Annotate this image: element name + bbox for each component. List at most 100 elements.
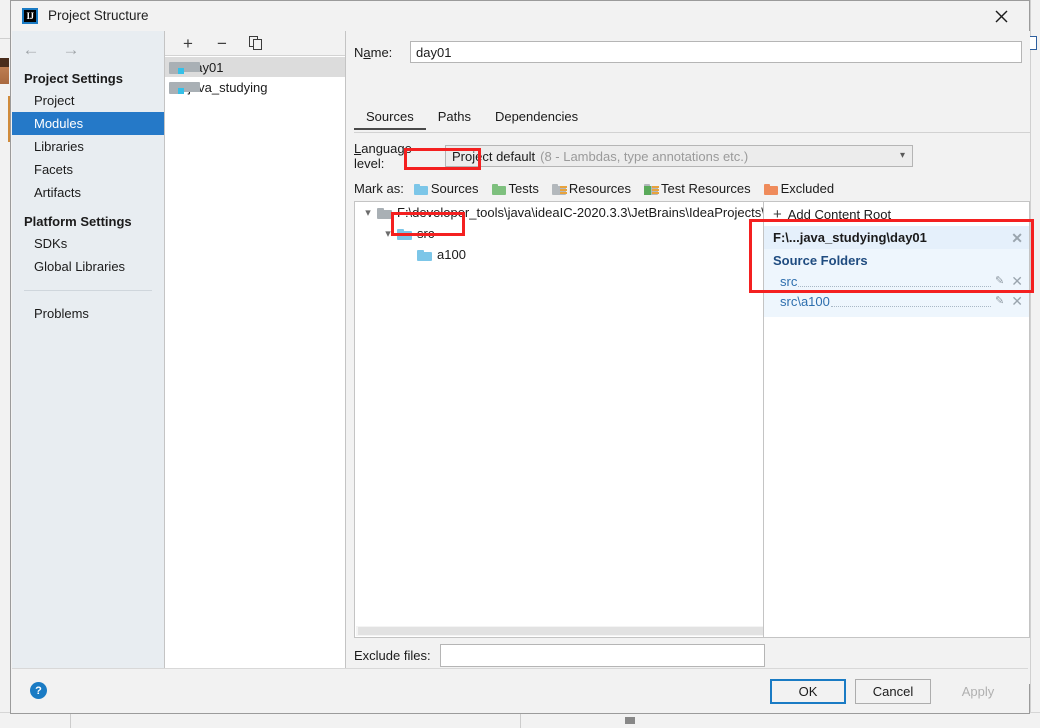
folder-sources-icon xyxy=(413,183,428,195)
sidebar-group-project-settings: Project Settings xyxy=(24,71,123,86)
cancel-button[interactable]: Cancel xyxy=(855,679,931,704)
tab-paths[interactable]: Paths xyxy=(426,107,483,129)
tree-node-label: a100 xyxy=(437,247,466,262)
exclude-files-label: Exclude files: xyxy=(354,648,431,663)
sidebar-group-platform-settings: Platform Settings xyxy=(24,214,132,229)
mark-as-test-resources-label: Test Resources xyxy=(661,181,751,196)
source-folders-title: Source Folders xyxy=(773,253,868,268)
chevron-down-icon[interactable]: ▾ xyxy=(359,206,377,219)
sidebar-item-problems[interactable]: Problems xyxy=(12,302,164,325)
chevron-down-icon[interactable]: ▾ xyxy=(379,227,397,240)
sidebar-item-artifacts[interactable]: Artifacts xyxy=(12,181,164,204)
folder-excluded-icon xyxy=(763,183,778,195)
source-folder-path: src\a100 xyxy=(780,293,830,309)
language-level-value: Project default xyxy=(452,148,536,164)
arrow-left-icon[interactable]: ← xyxy=(20,39,42,59)
minus-icon[interactable]: − xyxy=(213,34,231,52)
mark-as-resources-button[interactable]: Resources xyxy=(550,179,633,198)
plus-icon[interactable]: + xyxy=(179,34,197,52)
close-icon[interactable]: ✕ xyxy=(1011,294,1023,308)
statusbar-divider-2 xyxy=(520,712,521,728)
mark-as-resources-label: Resources xyxy=(568,181,632,196)
help-icon[interactable]: ? xyxy=(30,682,47,699)
background-ide-right xyxy=(1030,0,1040,728)
statusbar-divider-1 xyxy=(70,712,71,728)
folder-sources-icon xyxy=(397,228,412,240)
name-input[interactable] xyxy=(410,41,1022,63)
statusbar-icon xyxy=(625,717,635,724)
tab-dependencies[interactable]: Dependencies xyxy=(483,107,590,129)
language-level-row: Language level: Project default (8 - Lam… xyxy=(354,141,913,171)
tree-node-label: F:\developer_tools\java\ideaIC-2020.3.3\… xyxy=(397,205,775,220)
dialog-title: Project Structure xyxy=(48,8,149,23)
sidebar-item-sdks[interactable]: SDKs xyxy=(12,232,164,255)
intellij-idea-icon: IJ xyxy=(22,8,38,24)
content-root-entry[interactable]: F:\...java_studying\day01 ✕ xyxy=(764,226,1029,249)
source-folder-row-src[interactable]: src ✎ ✕ xyxy=(764,271,1029,291)
content-roots-area: ▾ F:\developer_tools\java\ideaIC-2020.3.… xyxy=(354,201,1030,638)
sidebar-item-libraries[interactable]: Libraries xyxy=(12,135,164,158)
sidebar-item-global-libraries[interactable]: Global Libraries xyxy=(12,255,164,278)
sidebar-divider xyxy=(24,290,152,291)
background-avatar-hair xyxy=(0,58,9,67)
mark-as-sources-button[interactable]: Sources xyxy=(412,179,481,198)
module-list-panel: + − day01 java_studying xyxy=(164,31,346,684)
module-list: day01 java_studying xyxy=(165,57,345,97)
name-label: Name: xyxy=(354,44,393,60)
mark-as-sources-label: Sources xyxy=(430,181,479,196)
content-roots-panel: + Add Content Root F:\...java_studying\d… xyxy=(763,202,1029,637)
dotted-leader xyxy=(830,305,992,307)
tree-row-a100[interactable]: a100 xyxy=(355,244,765,265)
project-structure-dialog: IJ Project Structure ← → Project Setting… xyxy=(10,0,1030,714)
tree-row-src[interactable]: ▾ src xyxy=(355,223,765,244)
exclude-files-input[interactable] xyxy=(440,644,765,667)
mark-as-excluded-button[interactable]: Excluded xyxy=(762,179,836,198)
sidebar-list: Project Settings Project Modules Librari… xyxy=(12,63,164,325)
sidebar-item-facets[interactable]: Facets xyxy=(12,158,164,181)
screenshot-root: IJ Project Structure ← → Project Setting… xyxy=(0,0,1040,728)
source-folders-section: Source Folders src ✎ ✕ src\a100 ✎ ✕ xyxy=(764,249,1029,317)
source-folder-path: src xyxy=(780,273,798,289)
mark-as-tests-label: Tests xyxy=(508,181,539,196)
module-folder-icon xyxy=(169,81,200,94)
background-tool-icon xyxy=(1029,36,1037,50)
folder-sources-icon xyxy=(417,249,432,261)
dialog-buttons: OK Cancel Apply xyxy=(770,679,1016,704)
tree-row-content-root[interactable]: ▾ F:\developer_tools\java\ideaIC-2020.3.… xyxy=(355,202,775,223)
language-level-detail: (8 - Lambdas, type annotations etc.) xyxy=(540,148,749,164)
language-level-label: Language level: xyxy=(354,141,412,171)
folder-tests-icon xyxy=(491,183,506,195)
module-row-java-studying[interactable]: java_studying xyxy=(165,77,345,97)
mark-as-test-resources-button[interactable]: Test Resources xyxy=(642,179,753,198)
dialog-titlebar: IJ Project Structure xyxy=(11,1,1029,31)
dotted-leader xyxy=(798,285,992,287)
name-row: Name: xyxy=(354,41,1022,63)
navigation-arrows: ← → xyxy=(20,39,82,59)
close-icon[interactable]: ✕ xyxy=(1011,231,1023,245)
module-row-day01[interactable]: day01 xyxy=(165,57,345,77)
plus-icon: + xyxy=(773,205,782,223)
module-folder-icon xyxy=(169,61,200,74)
source-folder-row-src-a100[interactable]: src\a100 ✎ ✕ xyxy=(764,291,1029,311)
mark-as-tests-button[interactable]: Tests xyxy=(490,179,541,198)
add-content-root-button[interactable]: + Add Content Root xyxy=(764,202,1029,226)
pencil-icon[interactable]: ✎ xyxy=(995,295,1004,307)
close-icon[interactable]: ✕ xyxy=(1011,274,1023,288)
chevron-down-icon: ▾ xyxy=(899,150,905,161)
editor-tabs: Sources Paths Dependencies xyxy=(354,107,1030,133)
content-root-path: F:\...java_studying\day01 xyxy=(773,230,927,245)
language-level-select[interactable]: Project default (8 - Lambdas, type annot… xyxy=(445,145,913,167)
arrow-right-icon[interactable]: → xyxy=(60,39,82,59)
module-editor-content: Name: Sources Paths Dependencies Languag… xyxy=(347,31,1030,703)
pencil-icon[interactable]: ✎ xyxy=(995,275,1004,287)
copy-icon[interactable] xyxy=(247,34,265,52)
close-icon[interactable] xyxy=(979,1,1023,31)
apply-button[interactable]: Apply xyxy=(940,679,1016,704)
ok-button[interactable]: OK xyxy=(770,679,846,704)
sidebar-item-modules[interactable]: Modules xyxy=(12,112,164,135)
sidebar-item-project[interactable]: Project xyxy=(12,89,164,112)
mark-as-label: Mark as: xyxy=(354,181,404,196)
folder-resources-icon xyxy=(551,183,567,195)
tab-sources[interactable]: Sources xyxy=(354,107,426,130)
mark-as-row: Mark as: Sources Tests Resources Test Re… xyxy=(354,179,845,198)
